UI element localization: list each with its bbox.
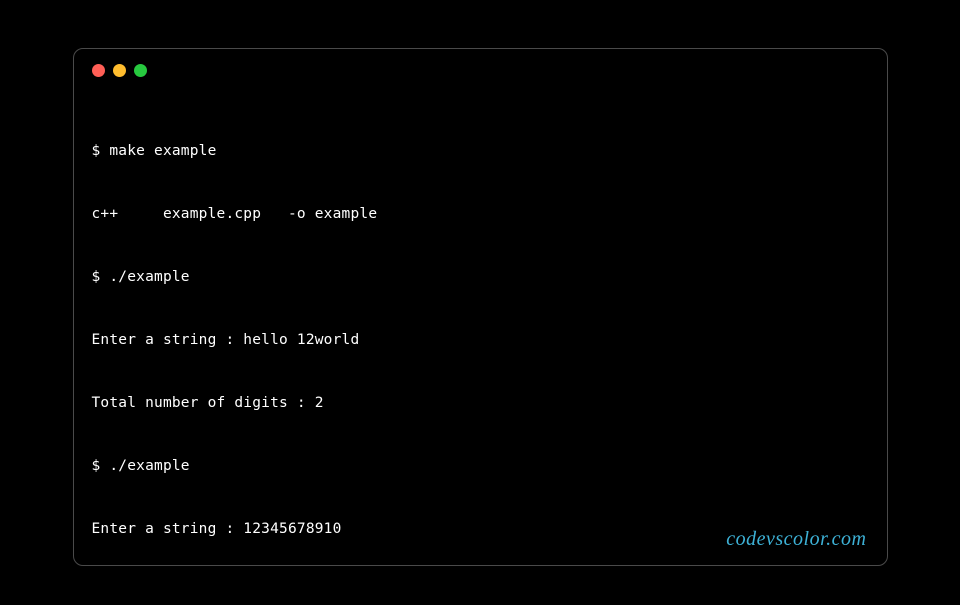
close-icon[interactable] (92, 64, 105, 77)
maximize-icon[interactable] (134, 64, 147, 77)
terminal-line: c++ example.cpp -o example (92, 204, 869, 225)
window-titlebar (74, 49, 887, 87)
terminal-window: $ make example c++ example.cpp -o exampl… (73, 48, 888, 566)
terminal-line: Enter a string : hello 12world (92, 330, 869, 351)
minimize-icon[interactable] (113, 64, 126, 77)
terminal-output[interactable]: $ make example c++ example.cpp -o exampl… (74, 87, 887, 566)
terminal-line: Total number of digits : 2 (92, 393, 869, 414)
watermark-text: codevscolor.com (726, 528, 866, 551)
terminal-line: $ ./example (92, 267, 869, 288)
terminal-line: $ ./example (92, 456, 869, 477)
terminal-line: $ make example (92, 141, 869, 162)
